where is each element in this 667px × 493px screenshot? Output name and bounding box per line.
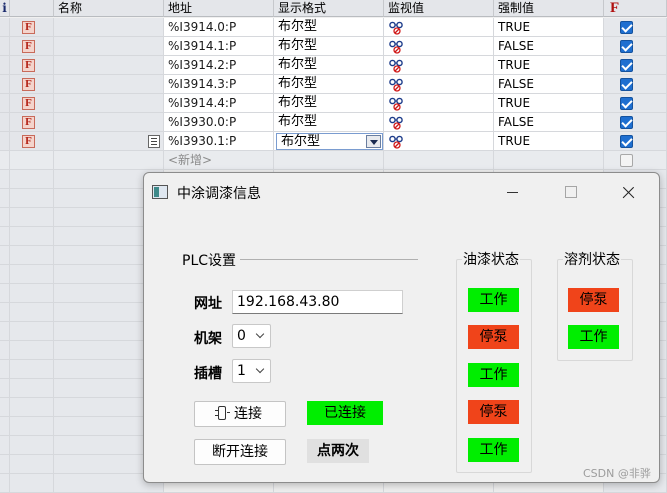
- address-cell[interactable]: %I3914.0:P: [168, 20, 236, 34]
- oil-pump-status-1: 工作: [468, 288, 519, 312]
- force-checkbox[interactable]: [620, 154, 633, 167]
- slot-select-value: 1: [237, 363, 246, 379]
- address-label: 网址: [194, 296, 222, 312]
- solvent-status-title: 溶剂状态: [563, 249, 621, 269]
- glasses-icon: [389, 135, 403, 149]
- dialog-title: 中涂调漆信息: [177, 186, 261, 202]
- display-format-cell[interactable]: 布尔型: [278, 76, 317, 91]
- glasses-icon: [389, 59, 403, 73]
- table-row[interactable]: F %I3914.1:P 布尔型 FALSE: [0, 37, 667, 56]
- force-f-icon: F: [22, 97, 35, 110]
- glasses-icon: [389, 78, 403, 92]
- glasses-icon: [389, 40, 403, 54]
- disconnect-button[interactable]: 断开连接: [194, 439, 286, 465]
- slot-label: 插槽: [194, 366, 222, 382]
- plc-info-dialog: 中涂调漆信息 PLC设置 网址 192.168.43.80 机架 0 插槽 1 …: [143, 172, 660, 483]
- display-format-cell[interactable]: 布尔型: [278, 57, 317, 72]
- oil-pump-status-2: 停泵: [468, 325, 519, 349]
- address-cell[interactable]: %I3930.0:P: [168, 115, 236, 129]
- address-cell[interactable]: %I3914.4:P: [168, 96, 236, 110]
- force-f-icon: F: [22, 135, 35, 148]
- add-new-placeholder[interactable]: <新增>: [168, 153, 212, 167]
- table-row[interactable]: F %I3930.1:P 布尔型 TRUE: [0, 132, 667, 151]
- glasses-icon: [389, 116, 403, 130]
- force-f-icon: F: [22, 116, 35, 129]
- solvent-pump-status-1: 停泵: [568, 288, 619, 312]
- double-click-hint: 点两次: [307, 439, 369, 463]
- rack-select-value: 0: [237, 328, 246, 344]
- display-format-value: 布尔型: [281, 134, 321, 149]
- app-window-icon: [152, 185, 168, 199]
- force-checkbox[interactable]: [620, 21, 633, 34]
- connection-status-badge: 已连接: [307, 401, 383, 425]
- watermark: CSDN @非骅: [583, 467, 651, 480]
- table-new-row[interactable]: <新增>: [0, 151, 667, 170]
- force-value-cell[interactable]: TRUE: [498, 58, 530, 72]
- display-format-cell[interactable]: 布尔型: [278, 114, 317, 129]
- slot-select[interactable]: 1: [232, 359, 271, 383]
- address-cell[interactable]: %I3930.1:P: [168, 134, 236, 148]
- force-value-cell[interactable]: TRUE: [498, 20, 530, 34]
- force-value-cell[interactable]: FALSE: [498, 39, 534, 53]
- display-format-select[interactable]: 布尔型: [276, 133, 383, 150]
- dropdown-arrow-icon[interactable]: [366, 135, 381, 148]
- display-format-cell[interactable]: 布尔型: [278, 38, 317, 53]
- table-row[interactable]: F %I3914.2:P 布尔型 TRUE: [0, 56, 667, 75]
- force-checkbox[interactable]: [620, 97, 633, 110]
- header-force-value[interactable]: 强制值: [494, 0, 604, 17]
- close-button[interactable]: [617, 181, 641, 203]
- chevron-down-icon: [255, 364, 265, 374]
- list-icon[interactable]: [148, 135, 160, 148]
- glasses-icon: [389, 97, 403, 111]
- plc-section-label: PLC设置: [182, 250, 240, 270]
- force-checkbox[interactable]: [620, 135, 633, 148]
- force-f-icon: F: [22, 40, 35, 53]
- rack-label: 机架: [194, 331, 222, 347]
- display-format-cell[interactable]: 布尔型: [278, 95, 317, 110]
- force-checkbox[interactable]: [620, 116, 633, 129]
- table-row[interactable]: F %I3930.0:P 布尔型 FALSE: [0, 113, 667, 132]
- rack-select[interactable]: 0: [232, 324, 271, 348]
- solvent-pump-status-2: 工作: [568, 325, 619, 349]
- force-f-icon: F: [22, 59, 35, 72]
- force-value-cell[interactable]: FALSE: [498, 77, 534, 91]
- chevron-down-icon: [255, 329, 265, 339]
- address-cell[interactable]: %I3914.2:P: [168, 58, 236, 72]
- force-f-icon: F: [22, 78, 35, 91]
- force-value-cell[interactable]: TRUE: [498, 134, 530, 148]
- force-value-cell[interactable]: TRUE: [498, 96, 530, 110]
- force-checkbox[interactable]: [620, 40, 633, 53]
- ip-address-input[interactable]: 192.168.43.80: [232, 290, 403, 314]
- force-checkbox[interactable]: [620, 59, 633, 72]
- display-format-cell[interactable]: 布尔型: [278, 19, 317, 34]
- oil-pump-status-3: 工作: [468, 363, 519, 387]
- table-row[interactable]: F %I3914.0:P 布尔型 TRUE: [0, 18, 667, 37]
- connect-button[interactable]: 连接: [194, 401, 286, 427]
- glasses-icon: [389, 21, 403, 35]
- force-f-icon: F: [22, 21, 35, 34]
- maximize-button[interactable]: [558, 181, 582, 203]
- plug-icon: [215, 406, 230, 420]
- header-info: i: [0, 0, 10, 17]
- title-bar[interactable]: 中涂调漆信息: [144, 173, 659, 211]
- oil-pump-status-5: 工作: [468, 438, 519, 462]
- address-cell[interactable]: %I3914.1:P: [168, 39, 236, 53]
- force-value-cell[interactable]: FALSE: [498, 115, 534, 129]
- address-cell[interactable]: %I3914.3:P: [168, 77, 236, 91]
- oil-paint-status-title: 油漆状态: [462, 249, 520, 269]
- header-name[interactable]: 名称: [54, 0, 164, 17]
- force-checkbox[interactable]: [620, 78, 633, 91]
- header-force-flag[interactable]: F: [604, 0, 667, 17]
- table-row[interactable]: F %I3914.4:P 布尔型 TRUE: [0, 94, 667, 113]
- plc-section-divider: [240, 259, 418, 260]
- header-display-format[interactable]: 显示格式: [274, 0, 384, 17]
- table-row[interactable]: F %I3914.3:P 布尔型 FALSE: [0, 75, 667, 94]
- minimize-button[interactable]: [501, 181, 525, 203]
- header-monitor-value[interactable]: 监视值: [384, 0, 494, 17]
- header-address[interactable]: 地址: [164, 0, 274, 17]
- oil-pump-status-4: 停泵: [468, 400, 519, 424]
- connect-button-label: 连接: [234, 406, 262, 422]
